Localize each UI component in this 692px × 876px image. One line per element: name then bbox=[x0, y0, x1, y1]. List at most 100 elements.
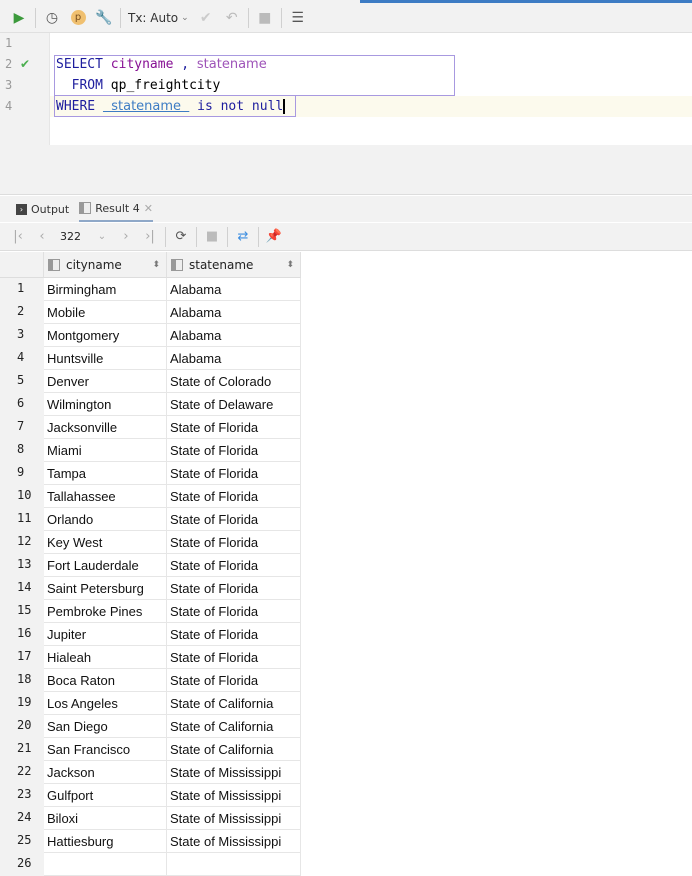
table-row[interactable]: 4 Huntsville Alabama bbox=[0, 347, 301, 370]
cell-statename[interactable]: State of Delaware bbox=[167, 393, 301, 416]
table-row[interactable]: 1 Birmingham Alabama bbox=[0, 278, 301, 301]
table-row[interactable]: 10 Tallahassee State of Florida bbox=[0, 485, 301, 508]
table-row[interactable]: 15 Pembroke Pines State of Florida bbox=[0, 600, 301, 623]
table-row[interactable]: 26 bbox=[0, 853, 301, 876]
cell-cityname[interactable]: Jacksonville bbox=[44, 416, 167, 439]
cell-cityname[interactable]: Fort Lauderdale bbox=[44, 554, 167, 577]
cell-statename[interactable]: State of California bbox=[167, 738, 301, 761]
cell-statename[interactable]: Alabama bbox=[167, 324, 301, 347]
commit-icon[interactable]: ✔ bbox=[193, 6, 219, 30]
table-row[interactable]: 25 Hattiesburg State of Mississippi bbox=[0, 830, 301, 853]
cell-statename[interactable]: State of Florida bbox=[167, 669, 301, 692]
table-row[interactable]: 24 Biloxi State of Mississippi bbox=[0, 807, 301, 830]
cell-statename[interactable]: State of California bbox=[167, 692, 301, 715]
close-icon[interactable]: ✕ bbox=[144, 202, 153, 215]
table-row[interactable]: 14 Saint Petersburg State of Florida bbox=[0, 577, 301, 600]
transaction-mode-dropdown[interactable]: Tx: Auto ⌄ bbox=[124, 11, 193, 25]
cell-cityname[interactable]: Boca Raton bbox=[44, 669, 167, 692]
cell-cityname[interactable]: Jupiter bbox=[44, 623, 167, 646]
table-row[interactable]: 7 Jacksonville State of Florida bbox=[0, 416, 301, 439]
table-row[interactable]: 16 Jupiter State of Florida bbox=[0, 623, 301, 646]
cell-cityname[interactable]: Tampa bbox=[44, 462, 167, 485]
history-icon[interactable]: ◷ bbox=[39, 6, 65, 30]
cell-cityname[interactable]: Saint Petersburg bbox=[44, 577, 167, 600]
table-row[interactable]: 19 Los Angeles State of California bbox=[0, 692, 301, 715]
table-row[interactable]: 22 Jackson State of Mississippi bbox=[0, 761, 301, 784]
cell-statename[interactable]: State of Florida bbox=[167, 439, 301, 462]
table-row[interactable]: 21 San Francisco State of California bbox=[0, 738, 301, 761]
cell-cityname[interactable]: Hialeah bbox=[44, 646, 167, 669]
compare-icon[interactable]: ⇄ bbox=[231, 229, 255, 244]
cell-cityname[interactable]: Gulfport bbox=[44, 784, 167, 807]
cell-statename[interactable]: Alabama bbox=[167, 301, 301, 324]
prev-page-icon[interactable]: ‹ bbox=[30, 229, 54, 244]
cell-statename[interactable]: State of Florida bbox=[167, 416, 301, 439]
cell-cityname[interactable]: Montgomery bbox=[44, 324, 167, 347]
table-row[interactable]: 9 Tampa State of Florida bbox=[0, 462, 301, 485]
cell-cityname[interactable]: Jackson bbox=[44, 761, 167, 784]
table-row[interactable]: 17 Hialeah State of Florida bbox=[0, 646, 301, 669]
cell-cityname[interactable]: Hattiesburg bbox=[44, 830, 167, 853]
cell-statename[interactable]: State of Florida bbox=[167, 577, 301, 600]
cell-cityname[interactable]: Pembroke Pines bbox=[44, 600, 167, 623]
cell-cityname[interactable]: San Diego bbox=[44, 715, 167, 738]
column-header-statename[interactable]: statename ⬍ bbox=[167, 252, 301, 278]
sql-editor[interactable]: 1 2 3 4 ✔ SELECT cityname , statename FR… bbox=[0, 33, 692, 145]
profile-p-icon[interactable]: p bbox=[65, 6, 91, 30]
cell-statename[interactable]: State of Florida bbox=[167, 462, 301, 485]
pin-icon[interactable]: 📌 bbox=[262, 229, 286, 244]
cell-cityname[interactable]: Denver bbox=[44, 370, 167, 393]
cell-statename[interactable]: State of Mississippi bbox=[167, 830, 301, 853]
chevron-down-icon[interactable]: ⌄ bbox=[90, 231, 114, 242]
table-view-icon[interactable]: ☰ bbox=[285, 6, 311, 30]
cell-statename[interactable]: State of California bbox=[167, 715, 301, 738]
cell-cityname[interactable]: Tallahassee bbox=[44, 485, 167, 508]
column-header-cityname[interactable]: cityname ⬍ bbox=[44, 252, 167, 278]
table-row[interactable]: 12 Key West State of Florida bbox=[0, 531, 301, 554]
table-row[interactable]: 18 Boca Raton State of Florida bbox=[0, 669, 301, 692]
first-page-icon[interactable]: |‹ bbox=[6, 229, 30, 244]
cell-statename[interactable]: State of Colorado bbox=[167, 370, 301, 393]
table-row[interactable]: 3 Montgomery Alabama bbox=[0, 324, 301, 347]
sort-icon[interactable]: ⬍ bbox=[286, 260, 294, 270]
cell-statename[interactable]: Alabama bbox=[167, 347, 301, 370]
cell-cityname[interactable] bbox=[44, 853, 167, 876]
table-row[interactable]: 8 Miami State of Florida bbox=[0, 439, 301, 462]
cell-statename[interactable]: State of Florida bbox=[167, 554, 301, 577]
cell-cityname[interactable]: San Francisco bbox=[44, 738, 167, 761]
cell-statename[interactable]: State of Mississippi bbox=[167, 807, 301, 830]
cell-cityname[interactable]: Wilmington bbox=[44, 393, 167, 416]
cell-cityname[interactable]: Key West bbox=[44, 531, 167, 554]
refresh-icon[interactable]: ⟳ bbox=[169, 229, 193, 244]
stop-icon[interactable]: ■ bbox=[252, 6, 278, 30]
cell-cityname[interactable]: Miami bbox=[44, 439, 167, 462]
table-row[interactable]: 2 Mobile Alabama bbox=[0, 301, 301, 324]
cell-cityname[interactable]: Los Angeles bbox=[44, 692, 167, 715]
sort-icon[interactable]: ⬍ bbox=[152, 260, 160, 270]
tab-result-4[interactable]: Result 4 ✕ bbox=[79, 196, 153, 222]
table-row[interactable]: 13 Fort Lauderdale State of Florida bbox=[0, 554, 301, 577]
tab-output[interactable]: › Output bbox=[16, 196, 69, 222]
cell-statename[interactable] bbox=[167, 853, 301, 876]
table-row[interactable]: 6 Wilmington State of Delaware bbox=[0, 393, 301, 416]
stop-icon[interactable]: ■ bbox=[200, 229, 224, 244]
cell-statename[interactable]: State of Florida bbox=[167, 646, 301, 669]
run-icon[interactable]: ▶ bbox=[6, 6, 32, 30]
next-page-icon[interactable]: › bbox=[114, 229, 138, 244]
cell-statename[interactable]: State of Mississippi bbox=[167, 784, 301, 807]
table-row[interactable]: 23 Gulfport State of Mississippi bbox=[0, 784, 301, 807]
cell-statename[interactable]: State of Florida bbox=[167, 600, 301, 623]
cell-statename[interactable]: Alabama bbox=[167, 278, 301, 301]
cell-statename[interactable]: State of Mississippi bbox=[167, 761, 301, 784]
table-row[interactable]: 20 San Diego State of California bbox=[0, 715, 301, 738]
cell-cityname[interactable]: Birmingham bbox=[44, 278, 167, 301]
cell-cityname[interactable]: Orlando bbox=[44, 508, 167, 531]
last-page-icon[interactable]: ›| bbox=[138, 229, 162, 244]
cell-cityname[interactable]: Mobile bbox=[44, 301, 167, 324]
row-count[interactable]: 322 bbox=[54, 230, 90, 243]
rollback-icon[interactable]: ↶ bbox=[219, 6, 245, 30]
wrench-icon[interactable]: 🔧 bbox=[91, 6, 117, 30]
cell-statename[interactable]: State of Florida bbox=[167, 531, 301, 554]
cell-statename[interactable]: State of Florida bbox=[167, 485, 301, 508]
cell-cityname[interactable]: Huntsville bbox=[44, 347, 167, 370]
